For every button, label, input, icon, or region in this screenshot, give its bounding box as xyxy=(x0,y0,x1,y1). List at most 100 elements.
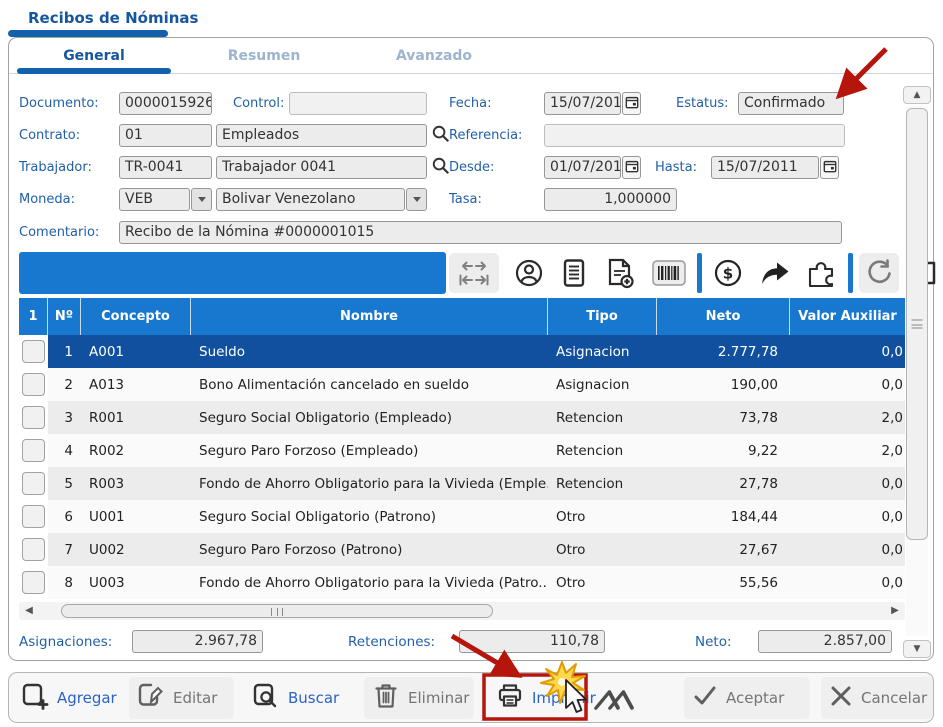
cancelar-button[interactable]: Cancelar xyxy=(821,677,933,719)
document-icon[interactable] xyxy=(555,253,593,293)
column-header-concepto[interactable]: Concepto xyxy=(81,298,191,335)
row-number: 3 xyxy=(64,409,73,426)
editar-label: Editar xyxy=(173,689,218,707)
vertical-scrollbar-thumb[interactable] xyxy=(906,108,928,540)
desde-calendar-button[interactable] xyxy=(622,156,641,179)
table-row[interactable]: 1 A001 Sueldo Asignacion 2.777,78 0,0 xyxy=(19,335,905,368)
table-row[interactable]: 6 U001 Seguro Social Obligatorio (Patron… xyxy=(19,500,905,533)
plugin-icon[interactable] xyxy=(800,253,842,293)
trabajador-name-field[interactable]: Trabajador 0041 xyxy=(216,156,427,179)
hasta-label: Hasta: xyxy=(655,160,697,175)
table-row[interactable]: 5 R003 Fondo de Ahorro Obligatorio para … xyxy=(19,467,905,500)
moneda-code-select[interactable]: VEB xyxy=(119,188,190,211)
row-checkbox[interactable] xyxy=(22,373,45,396)
trabajador-search-button[interactable] xyxy=(429,156,451,179)
row-nombre: Seguro Paro Forzoso (Empleado) xyxy=(199,442,419,459)
row-valor-auxiliar: 2,0 xyxy=(881,442,903,459)
document-add-icon[interactable] xyxy=(599,253,641,293)
row-tipo: Asignacion xyxy=(556,343,630,360)
row-checkbox-cell[interactable] xyxy=(19,335,48,368)
tab-resumen[interactable]: Resumen xyxy=(179,38,349,74)
barcode-icon[interactable] xyxy=(647,253,691,293)
fecha-calendar-button[interactable] xyxy=(622,92,641,115)
table-row[interactable]: 2 A013 Bono Alimentación cancelado en su… xyxy=(19,368,905,401)
row-checkbox-cell[interactable] xyxy=(19,434,48,467)
horizontal-scrollbar-thumb[interactable] xyxy=(61,604,493,618)
calendar-icon xyxy=(625,159,639,177)
row-checkbox[interactable] xyxy=(22,571,45,594)
row-checkbox-cell[interactable] xyxy=(19,533,48,566)
search-document-icon xyxy=(252,682,280,714)
comentario-field[interactable]: Recibo de la Nómina #0000001015 xyxy=(119,221,842,244)
aceptar-button[interactable]: Aceptar xyxy=(684,677,810,719)
user-icon[interactable] xyxy=(509,253,549,293)
record-navigation-icon[interactable] xyxy=(449,253,499,293)
refresh-icon[interactable] xyxy=(859,253,899,293)
row-checkbox-cell[interactable] xyxy=(19,401,48,434)
control-field[interactable] xyxy=(289,92,427,115)
desde-label: Desde: xyxy=(449,160,495,175)
row-checkbox[interactable] xyxy=(22,340,45,363)
trash-icon xyxy=(372,682,400,714)
table-row[interactable]: 4 R002 Seguro Paro Forzoso (Empleado) Re… xyxy=(19,434,905,467)
editar-button[interactable]: Editar xyxy=(129,677,234,719)
fecha-field[interactable]: 15/07/2011 xyxy=(544,92,621,115)
row-checkbox-cell[interactable] xyxy=(19,368,48,401)
documento-field[interactable]: 0000015926 xyxy=(119,92,212,115)
double-chevron-icon[interactable] xyxy=(592,687,638,715)
column-header-neto[interactable]: Neto xyxy=(657,298,790,335)
money-icon[interactable]: $ xyxy=(708,253,748,293)
scroll-right-icon[interactable]: ▶ xyxy=(889,605,901,617)
retenciones-field: 110,78 xyxy=(459,630,605,653)
agregar-button[interactable]: Agregar xyxy=(13,677,125,719)
desde-field[interactable]: 01/07/2011 xyxy=(544,156,621,179)
estatus-field[interactable]: Confirmado xyxy=(738,92,844,115)
moneda-name-select[interactable]: Bolivar Venezolano xyxy=(216,188,405,211)
control-label: Control: xyxy=(233,96,285,111)
scroll-down-icon[interactable]: ▼ xyxy=(903,640,931,658)
contrato-search-button[interactable] xyxy=(429,124,451,147)
buscar-button[interactable]: Buscar xyxy=(244,677,347,719)
moneda-name-dropdown-button[interactable] xyxy=(406,188,427,211)
row-checkbox-cell[interactable] xyxy=(19,566,48,599)
table-row[interactable]: 3 R001 Seguro Social Obligatorio (Emplea… xyxy=(19,401,905,434)
column-header-nombre[interactable]: Nombre xyxy=(191,298,548,335)
hasta-calendar-button[interactable] xyxy=(820,156,839,179)
row-nombre: Fondo de Ahorro Obligatorio para la Vivi… xyxy=(199,574,548,591)
tab-general[interactable]: General xyxy=(9,38,179,74)
table-horizontal-scrollbar[interactable]: ◀ ▶ xyxy=(19,602,905,620)
column-header-valor-auxiliar[interactable]: Valor Auxiliar xyxy=(790,298,905,335)
row-checkbox[interactable] xyxy=(22,439,45,462)
concepts-table: 1 Nº Concepto Nombre Tipo Neto Valor Aux… xyxy=(19,298,905,599)
contrato-code-field[interactable]: 01 xyxy=(119,124,212,147)
column-header-n[interactable]: Nº xyxy=(48,298,81,335)
table-row[interactable]: 8 U003 Fondo de Ahorro Obligatorio para … xyxy=(19,566,905,599)
moneda-code-dropdown-button[interactable] xyxy=(191,188,212,211)
row-nombre: Fondo de Ahorro Obligatorio para la Vivi… xyxy=(199,475,548,492)
calendar-icon xyxy=(625,95,639,113)
forward-arrow-icon[interactable] xyxy=(754,253,796,293)
row-nombre: Seguro Social Obligatorio (Empleado) xyxy=(199,409,453,426)
column-header-sel[interactable]: 1 xyxy=(19,298,48,335)
eliminar-button[interactable]: Eliminar xyxy=(364,677,474,719)
tab-avanzado[interactable]: Avanzado xyxy=(349,38,519,74)
trabajador-code-field[interactable]: TR-0041 xyxy=(119,156,212,179)
row-checkbox-cell[interactable] xyxy=(19,467,48,500)
scroll-up-icon[interactable]: ▲ xyxy=(903,86,931,104)
column-header-tipo[interactable]: Tipo xyxy=(548,298,657,335)
row-checkbox[interactable] xyxy=(22,472,45,495)
table-row[interactable]: 7 U002 Seguro Paro Forzoso (Patrono) Otr… xyxy=(19,533,905,566)
panel-vertical-scrollbar[interactable]: ▲ ▼ xyxy=(903,86,931,658)
row-checkbox[interactable] xyxy=(22,406,45,429)
imprimir-button[interactable]: Imprimir xyxy=(488,677,604,719)
tasa-field[interactable]: 1,000000 xyxy=(544,188,677,211)
scroll-left-icon[interactable]: ◀ xyxy=(23,605,35,617)
contrato-name-field[interactable]: Empleados xyxy=(216,124,427,147)
row-checkbox[interactable] xyxy=(22,505,45,528)
row-checkbox-cell[interactable] xyxy=(19,500,48,533)
referencia-field[interactable] xyxy=(544,124,845,147)
hasta-field[interactable]: 15/07/2011 xyxy=(711,156,819,179)
row-number: 7 xyxy=(64,541,73,558)
referencia-label: Referencia: xyxy=(449,128,523,143)
row-checkbox[interactable] xyxy=(22,538,45,561)
